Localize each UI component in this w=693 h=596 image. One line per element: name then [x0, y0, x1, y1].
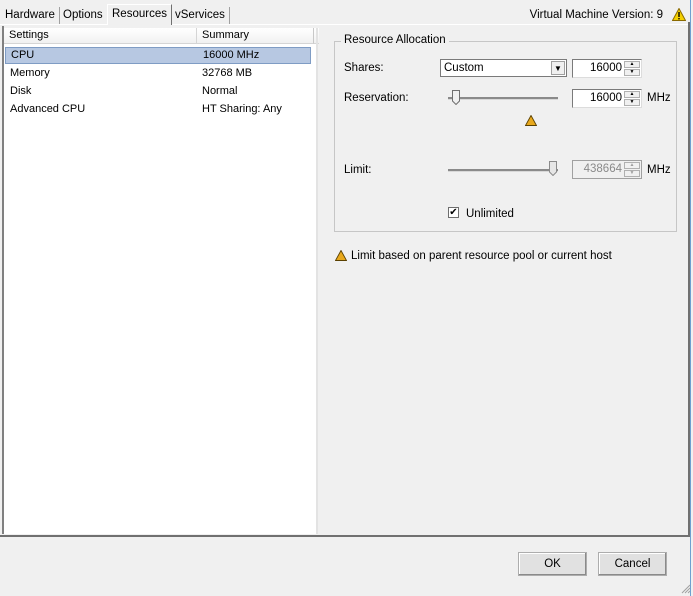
resize-grip-icon[interactable]	[681, 584, 691, 594]
group-title: Resource Allocation	[341, 34, 449, 46]
limit-slider-track[interactable]	[448, 169, 558, 172]
setting-name: Advanced CPU	[10, 103, 86, 115]
settings-list[interactable]: Settings Summary CPU 16000 MHz Memory 32…	[4, 28, 319, 534]
frame-border	[0, 535, 690, 537]
column-header-summary[interactable]: Summary	[197, 28, 314, 44]
limit-value: 438664	[583, 163, 622, 175]
limit-label: Limit:	[344, 164, 372, 176]
cancel-button[interactable]: Cancel	[598, 552, 667, 576]
setting-summary: 32768 MB	[202, 67, 253, 79]
reservation-slider-track[interactable]	[448, 97, 558, 100]
vm-version-label: Virtual Machine Version: 9	[529, 9, 663, 21]
spin-down-icon[interactable]: ▼	[624, 99, 640, 106]
list-item-memory[interactable]: Memory 32768 MB	[5, 65, 311, 82]
reservation-slider-thumb[interactable]	[452, 90, 461, 105]
column-header-settings[interactable]: Settings	[4, 28, 197, 44]
spin-down-icon[interactable]: ▼	[624, 170, 640, 177]
reservation-value-spinner[interactable]: 16000 ▲ ▼	[572, 89, 642, 108]
limit-unit: MHz	[647, 164, 671, 176]
shares-value: 16000	[590, 62, 622, 74]
setting-name: CPU	[11, 49, 35, 61]
spin-up-icon[interactable]: ▲	[624, 162, 640, 169]
warning-icon	[672, 8, 686, 21]
warning-icon	[335, 250, 347, 261]
tab-strip-baseline	[0, 24, 690, 25]
tab-resources[interactable]: Resources	[107, 4, 172, 25]
setting-name: Memory	[10, 67, 50, 79]
ok-button[interactable]: OK	[518, 552, 587, 576]
shares-dropdown[interactable]: Custom ▼	[440, 59, 567, 77]
setting-summary: HT Sharing: Any	[202, 103, 282, 115]
limit-slider-thumb[interactable]	[549, 161, 557, 176]
reservation-label: Reservation:	[344, 92, 409, 104]
setting-summary: Normal	[202, 85, 238, 97]
spin-down-icon[interactable]: ▼	[624, 69, 640, 76]
list-item-disk[interactable]: Disk Normal	[5, 83, 311, 100]
unlimited-label[interactable]: Unlimited	[466, 208, 514, 220]
reservation-value: 16000	[590, 92, 622, 104]
reservation-unit: MHz	[647, 92, 671, 104]
shares-label: Shares:	[344, 62, 384, 74]
setting-summary: 16000 MHz	[203, 49, 260, 61]
list-item-cpu[interactable]: CPU 16000 MHz	[5, 47, 311, 64]
unlimited-checkbox[interactable]: ✔	[448, 207, 459, 218]
panel-divider[interactable]	[316, 28, 318, 534]
spin-up-icon[interactable]: ▲	[624, 61, 640, 68]
tab-hardware[interactable]: Hardware	[1, 7, 60, 24]
spin-up-icon[interactable]: ▲	[624, 91, 640, 98]
window-edge	[690, 0, 691, 596]
shares-value-spinner[interactable]: 16000 ▲ ▼	[572, 59, 642, 78]
list-item-advanced-cpu[interactable]: Advanced CPU HT Sharing: Any	[5, 101, 311, 118]
limit-note: Limit based on parent resource pool or c…	[351, 250, 612, 262]
warning-icon	[525, 115, 537, 126]
tab-options[interactable]: Options	[59, 7, 108, 24]
chevron-down-icon[interactable]: ▼	[551, 61, 565, 75]
setting-name: Disk	[10, 85, 32, 97]
tab-vservices[interactable]: vServices	[171, 7, 230, 24]
limit-value-spinner[interactable]: 438664 ▲ ▼	[572, 160, 642, 179]
shares-selected-value: Custom	[444, 62, 484, 74]
